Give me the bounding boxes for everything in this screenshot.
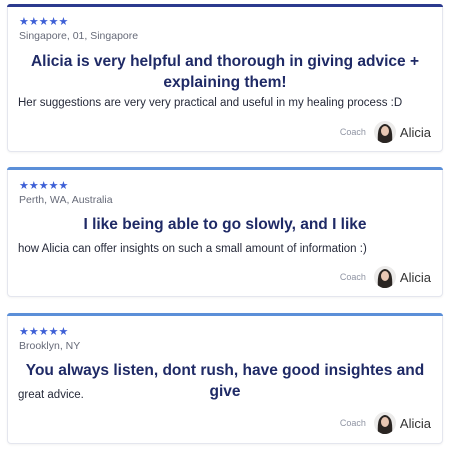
- star-rating: ★★★★★: [19, 326, 69, 338]
- review-body: great advice.: [18, 389, 84, 401]
- coach-label: Coach: [339, 272, 366, 282]
- coach-name: Alicia: [399, 124, 431, 140]
- review-card: ★★★★★ Singapore, 01, Singapore Alicia is…: [7, 4, 443, 152]
- coach-label: Coach: [339, 127, 366, 137]
- review-card: ★★★★★ Brooklyn, NY You always listen, do…: [7, 313, 443, 444]
- reviewer-location: Singapore, 01, Singapore: [19, 30, 139, 42]
- coach-avatar: [373, 121, 396, 143]
- coach-avatar: [373, 412, 396, 434]
- coach-name: Alicia: [399, 415, 431, 431]
- reviewer-location: Perth, WA, Australia: [19, 194, 113, 206]
- coach-avatar: [373, 266, 396, 288]
- review-body: how Alicia can offer insights on such a …: [18, 243, 367, 255]
- card-top-bar: [7, 4, 443, 7]
- review-headline: I like being able to go slowly, and I li…: [83, 216, 367, 233]
- card-top-bar: [7, 313, 443, 316]
- star-rating: ★★★★★: [19, 16, 69, 28]
- review-headline: Alicia is very helpful and thorough in g…: [30, 53, 419, 91]
- coach-info: Coach Alicia: [340, 265, 431, 289]
- star-rating: ★★★★★: [19, 180, 69, 192]
- reviewer-location: Brooklyn, NY: [19, 340, 81, 352]
- coach-info: Coach Alicia: [340, 411, 431, 435]
- review-card: ★★★★★ Perth, WA, Australia I like being …: [7, 167, 443, 297]
- coach-info: Coach Alicia: [340, 120, 431, 144]
- coach-name: Alicia: [399, 269, 431, 285]
- card-top-bar: [7, 167, 443, 170]
- review-body: Her suggestions are very very practical …: [18, 97, 403, 109]
- coach-label: Coach: [339, 418, 366, 428]
